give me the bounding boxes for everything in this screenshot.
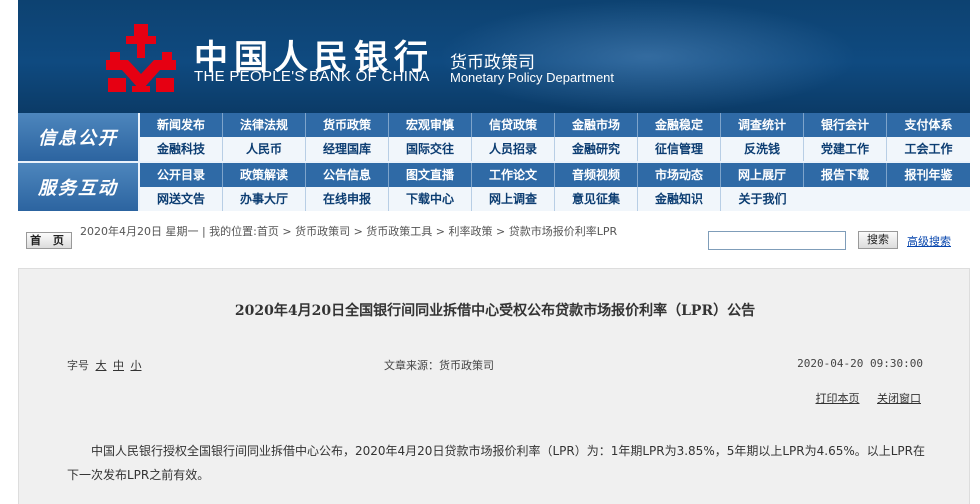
logo-english-text: THE PEOPLE'S BANK OF CHINA bbox=[194, 68, 430, 85]
nav-item[interactable]: 金融市场 bbox=[555, 113, 638, 137]
nav-item[interactable]: 办事大厅 bbox=[223, 187, 306, 211]
nav-item[interactable]: 法律法规 bbox=[223, 113, 306, 137]
nav-item[interactable]: 货币政策 bbox=[306, 113, 389, 137]
article-tools: 打印本页 关闭窗口 bbox=[802, 390, 922, 406]
nav-item[interactable]: 图文直播 bbox=[389, 163, 472, 187]
nav-item[interactable]: 报告下载 bbox=[804, 163, 887, 187]
search-input[interactable] bbox=[708, 231, 846, 250]
nav-item[interactable]: 下载中心 bbox=[389, 187, 472, 211]
nav-group-title: 服务互动 bbox=[18, 163, 138, 211]
nav-group-title: 信息公开 bbox=[18, 113, 138, 161]
nav-row: 公开目录 政策解读 公告信息 图文直播 工作论文 音频视频 市场动态 网上展厅 … bbox=[140, 163, 970, 187]
breadcrumb-bar: 首 页 2020年4月20日 星期一 | 我的位置:首页 > 货币政策司 > 货… bbox=[18, 222, 970, 254]
font-size-medium-link[interactable]: 中 bbox=[113, 359, 124, 372]
nav-item[interactable]: 调查统计 bbox=[721, 113, 804, 137]
nav-group-info: 信息公开 新闻发布 法律法规 货币政策 宏观审慎 信贷政策 金融市场 金融稳定 … bbox=[18, 113, 970, 161]
font-size-large-link[interactable]: 大 bbox=[96, 359, 107, 372]
nav-item[interactable]: 公开目录 bbox=[140, 163, 223, 187]
nav-item[interactable]: 金融科技 bbox=[140, 137, 223, 161]
print-page-link[interactable]: 打印本页 bbox=[816, 392, 860, 405]
nav-item[interactable]: 金融知识 bbox=[638, 187, 721, 211]
nav-item[interactable]: 国际交往 bbox=[389, 137, 472, 161]
nav-item[interactable]: 经理国库 bbox=[306, 137, 389, 161]
nav-item[interactable]: 市场动态 bbox=[638, 163, 721, 187]
nav-item[interactable]: 反洗钱 bbox=[721, 137, 804, 161]
nav-item[interactable]: 工会工作 bbox=[887, 137, 970, 161]
advanced-search-link[interactable]: 高级搜索 bbox=[907, 233, 951, 249]
nav-item[interactable]: 网上调查 bbox=[472, 187, 555, 211]
nav-item[interactable]: 意见征集 bbox=[555, 187, 638, 211]
font-size-small-link[interactable]: 小 bbox=[131, 359, 142, 372]
font-size-selector: 字号 大 中 小 bbox=[67, 357, 142, 373]
nav-row: 金融科技 人民币 经理国库 国际交往 人员招录 金融研究 征信管理 反洗钱 党建… bbox=[140, 137, 970, 161]
nav-item[interactable]: 关于我们 bbox=[721, 187, 804, 211]
nav-item[interactable]: 人民币 bbox=[223, 137, 306, 161]
close-window-link[interactable]: 关闭窗口 bbox=[877, 392, 921, 405]
nav-group-service: 服务互动 公开目录 政策解读 公告信息 图文直播 工作论文 音频视频 市场动态 … bbox=[18, 163, 970, 211]
nav-item[interactable]: 宏观审慎 bbox=[389, 113, 472, 137]
nav-item[interactable]: 网上展厅 bbox=[721, 163, 804, 187]
nav-item[interactable]: 人员招录 bbox=[472, 137, 555, 161]
nav-item[interactable]: 报刊年鉴 bbox=[887, 163, 970, 187]
article-panel: 2020年4月20日全国银行间同业拆借中心受权公布贷款市场报价利率（LPR）公告… bbox=[18, 268, 970, 504]
nav-item[interactable]: 银行会计 bbox=[804, 113, 887, 137]
nav-row: 新闻发布 法律法规 货币政策 宏观审慎 信贷政策 金融市场 金融稳定 调查统计 … bbox=[140, 113, 970, 137]
department-name-en: Monetary Policy Department bbox=[450, 70, 615, 85]
nav-item[interactable]: 信贷政策 bbox=[472, 113, 555, 137]
nav-item[interactable]: 金融稳定 bbox=[638, 113, 721, 137]
article-datetime: 2020-04-20 09:30:00 bbox=[797, 357, 923, 370]
nav-item[interactable]: 征信管理 bbox=[638, 137, 721, 161]
nav-item[interactable]: 政策解读 bbox=[223, 163, 306, 187]
nav-item[interactable]: 在线申报 bbox=[306, 187, 389, 211]
main-navigation: 信息公开 新闻发布 法律法规 货币政策 宏观审慎 信贷政策 金融市场 金融稳定 … bbox=[18, 113, 970, 211]
breadcrumb: 2020年4月20日 星期一 | 我的位置:首页 > 货币政策司 > 货币政策工… bbox=[80, 225, 618, 238]
article-source: 文章来源：货币政策司 bbox=[384, 359, 494, 372]
article-title: 2020年4月20日全国银行间同业拆借中心受权公布贷款市场报价利率（LPR）公告 bbox=[234, 303, 756, 319]
nav-item[interactable]: 党建工作 bbox=[804, 137, 887, 161]
nav-item[interactable]: 公告信息 bbox=[306, 163, 389, 187]
nav-row: 网送文告 办事大厅 在线申报 下载中心 网上调查 意见征集 金融知识 关于我们 bbox=[140, 187, 970, 211]
font-size-label: 字号 bbox=[67, 359, 89, 372]
article-body: 中国人民银行授权全国银行间同业拆借中心公布，2020年4月20日贷款市场报价利率… bbox=[67, 444, 925, 482]
nav-item[interactable]: 支付体系 bbox=[887, 113, 970, 137]
nav-item[interactable]: 新闻发布 bbox=[140, 113, 223, 137]
nav-item[interactable]: 音频视频 bbox=[555, 163, 638, 187]
site-header: 中国人民银行 THE PEOPLE'S BANK OF CHINA 货币政策司 … bbox=[18, 0, 970, 113]
nav-item[interactable]: 工作论文 bbox=[472, 163, 555, 187]
nav-item[interactable]: 网送文告 bbox=[140, 187, 223, 211]
home-button[interactable]: 首 页 bbox=[26, 232, 72, 249]
pboc-logo-icon[interactable] bbox=[104, 22, 178, 94]
nav-item[interactable]: 金融研究 bbox=[555, 137, 638, 161]
search-button[interactable]: 搜索 bbox=[858, 231, 898, 249]
